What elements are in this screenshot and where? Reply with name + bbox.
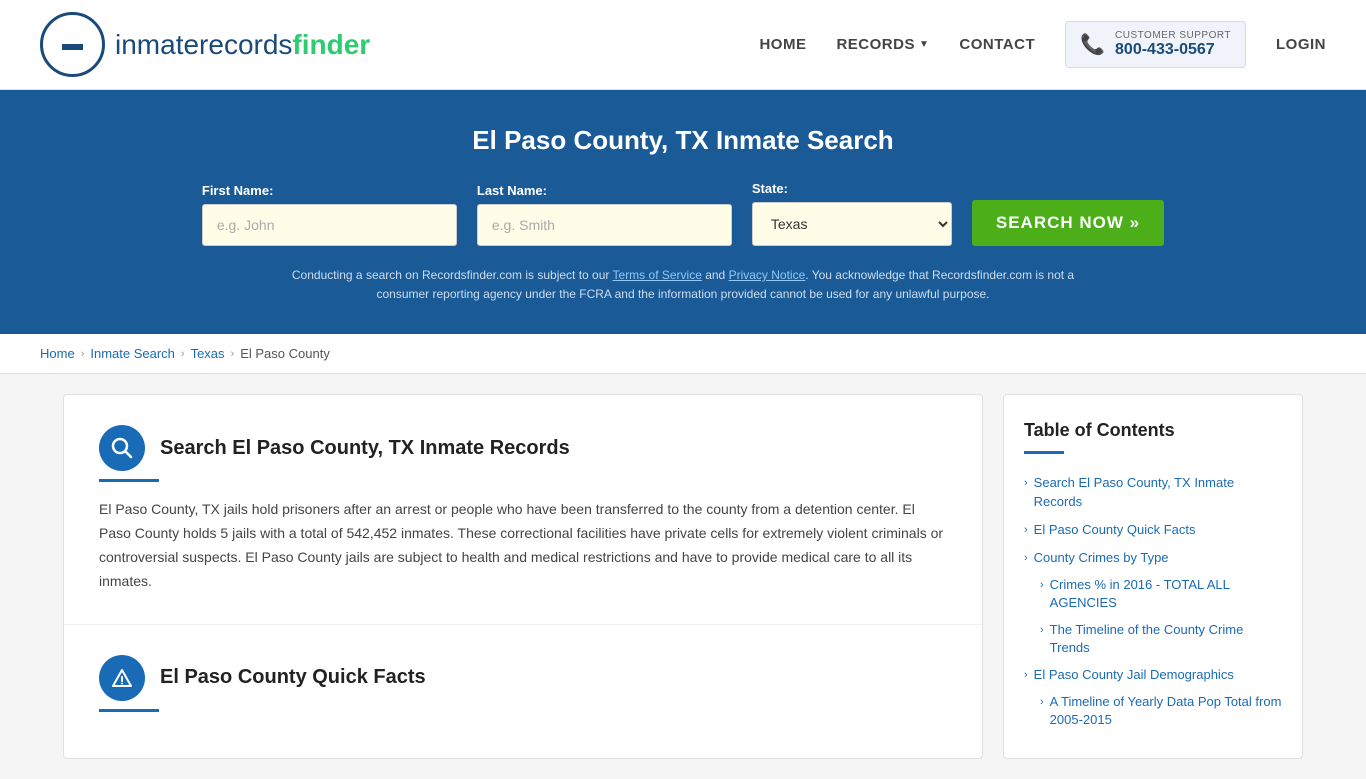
- content-panel: Search El Paso County, TX Inmate Records…: [63, 394, 983, 759]
- toc-chevron-icon: ›: [1024, 552, 1028, 564]
- toc-item-1[interactable]: › Search El Paso County, TX Inmate Recor…: [1024, 469, 1282, 515]
- phone-icon: 📞: [1080, 32, 1105, 57]
- toc-link-3: County Crimes by Type: [1034, 549, 1169, 567]
- toc-title: Table of Contents: [1024, 420, 1282, 441]
- toc-item-5[interactable]: › The Timeline of the County Crime Trend…: [1024, 617, 1282, 661]
- toc-item-7[interactable]: › A Timeline of Yearly Data Pop Total fr…: [1024, 689, 1282, 733]
- toc-link-7: A Timeline of Yearly Data Pop Total from…: [1050, 693, 1282, 729]
- quick-facts-section: El Paso County Quick Facts: [64, 625, 982, 758]
- logo[interactable]: inmaterecordsfinder: [40, 12, 370, 77]
- state-label: State:: [752, 181, 952, 196]
- toc-chevron-icon: ›: [1024, 524, 1028, 536]
- breadcrumb-sep-1: ›: [81, 348, 85, 360]
- last-name-group: Last Name:: [477, 183, 732, 246]
- first-name-group: First Name:: [202, 183, 457, 246]
- nav-login[interactable]: LOGIN: [1276, 36, 1326, 53]
- logo-text: inmaterecordsfinder: [115, 29, 370, 61]
- breadcrumb-sep-3: ›: [231, 348, 235, 360]
- nav-home[interactable]: HOME: [759, 36, 806, 53]
- nav-records[interactable]: RECORDS ▼: [836, 36, 929, 53]
- terms-link[interactable]: Terms of Service: [613, 268, 702, 282]
- state-group: State: Texas Alabama California Florida …: [752, 181, 952, 246]
- support-phone: 800-433-0567: [1115, 41, 1231, 59]
- toc-item-6[interactable]: › El Paso County Jail Demographics: [1024, 661, 1282, 689]
- search-button[interactable]: SEARCH NOW »: [972, 200, 1164, 246]
- search-records-section: Search El Paso County, TX Inmate Records…: [64, 395, 982, 624]
- breadcrumb: Home › Inmate Search › Texas › El Paso C…: [0, 334, 1366, 374]
- last-name-label: Last Name:: [477, 183, 732, 198]
- section1-underline: [99, 479, 159, 482]
- site-header: inmaterecordsfinder HOME RECORDS ▼ CONTA…: [0, 0, 1366, 90]
- toc-chevron-icon: ›: [1024, 669, 1028, 681]
- support-label: CUSTOMER SUPPORT: [1115, 30, 1231, 41]
- toc-item-3[interactable]: › County Crimes by Type: [1024, 544, 1282, 572]
- chevron-down-icon: ▼: [919, 39, 929, 50]
- section2-header: El Paso County Quick Facts: [99, 655, 947, 701]
- breadcrumb-home[interactable]: Home: [40, 346, 75, 361]
- logo-icon: [40, 12, 105, 77]
- search-icon: [111, 437, 133, 459]
- main-content: Search El Paso County, TX Inmate Records…: [23, 374, 1343, 779]
- toc-chevron-icon: ›: [1040, 579, 1044, 591]
- first-name-label: First Name:: [202, 183, 457, 198]
- alert-icon: [111, 667, 133, 689]
- privacy-link[interactable]: Privacy Notice: [729, 268, 806, 282]
- section1-header: Search El Paso County, TX Inmate Records: [99, 425, 947, 471]
- section2-title: El Paso County Quick Facts: [160, 666, 426, 689]
- search-section-icon: [99, 425, 145, 471]
- support-box[interactable]: 📞 CUSTOMER SUPPORT 800-433-0567: [1065, 21, 1246, 68]
- toc-chevron-icon: ›: [1040, 624, 1044, 636]
- toc-chevron-icon: ›: [1024, 477, 1028, 489]
- hero-section: El Paso County, TX Inmate Search First N…: [0, 90, 1366, 334]
- toc-link-6: El Paso County Jail Demographics: [1034, 666, 1234, 684]
- table-of-contents: Table of Contents › Search El Paso Count…: [1003, 394, 1303, 759]
- nav-contact[interactable]: CONTACT: [959, 36, 1035, 53]
- toc-chevron-icon: ›: [1040, 696, 1044, 708]
- disclaimer-text: Conducting a search on Recordsfinder.com…: [283, 266, 1083, 304]
- section1-title: Search El Paso County, TX Inmate Records: [160, 437, 570, 460]
- toc-link-1: Search El Paso County, TX Inmate Records: [1034, 474, 1282, 510]
- section1-body: El Paso County, TX jails hold prisoners …: [99, 498, 947, 593]
- section2-underline: [99, 709, 159, 712]
- search-form: First Name: Last Name: State: Texas Alab…: [40, 181, 1326, 246]
- toc-item-4[interactable]: › Crimes % in 2016 - TOTAL ALL AGENCIES: [1024, 572, 1282, 616]
- breadcrumb-county: El Paso County: [240, 346, 330, 361]
- toc-link-5: The Timeline of the County Crime Trends: [1050, 621, 1282, 657]
- last-name-input[interactable]: [477, 204, 732, 246]
- page-title: El Paso County, TX Inmate Search: [40, 125, 1326, 156]
- toc-list: › Search El Paso County, TX Inmate Recor…: [1024, 469, 1282, 733]
- main-nav: HOME RECORDS ▼ CONTACT 📞 CUSTOMER SUPPOR…: [759, 21, 1326, 68]
- breadcrumb-sep-2: ›: [181, 348, 185, 360]
- breadcrumb-inmate-search[interactable]: Inmate Search: [90, 346, 175, 361]
- toc-link-4: Crimes % in 2016 - TOTAL ALL AGENCIES: [1050, 576, 1282, 612]
- quick-facts-icon: [99, 655, 145, 701]
- first-name-input[interactable]: [202, 204, 457, 246]
- toc-link-2: El Paso County Quick Facts: [1034, 521, 1196, 539]
- toc-underline: [1024, 451, 1064, 454]
- toc-item-2[interactable]: › El Paso County Quick Facts: [1024, 516, 1282, 544]
- breadcrumb-state[interactable]: Texas: [191, 346, 225, 361]
- state-select[interactable]: Texas Alabama California Florida New Yor…: [752, 202, 952, 246]
